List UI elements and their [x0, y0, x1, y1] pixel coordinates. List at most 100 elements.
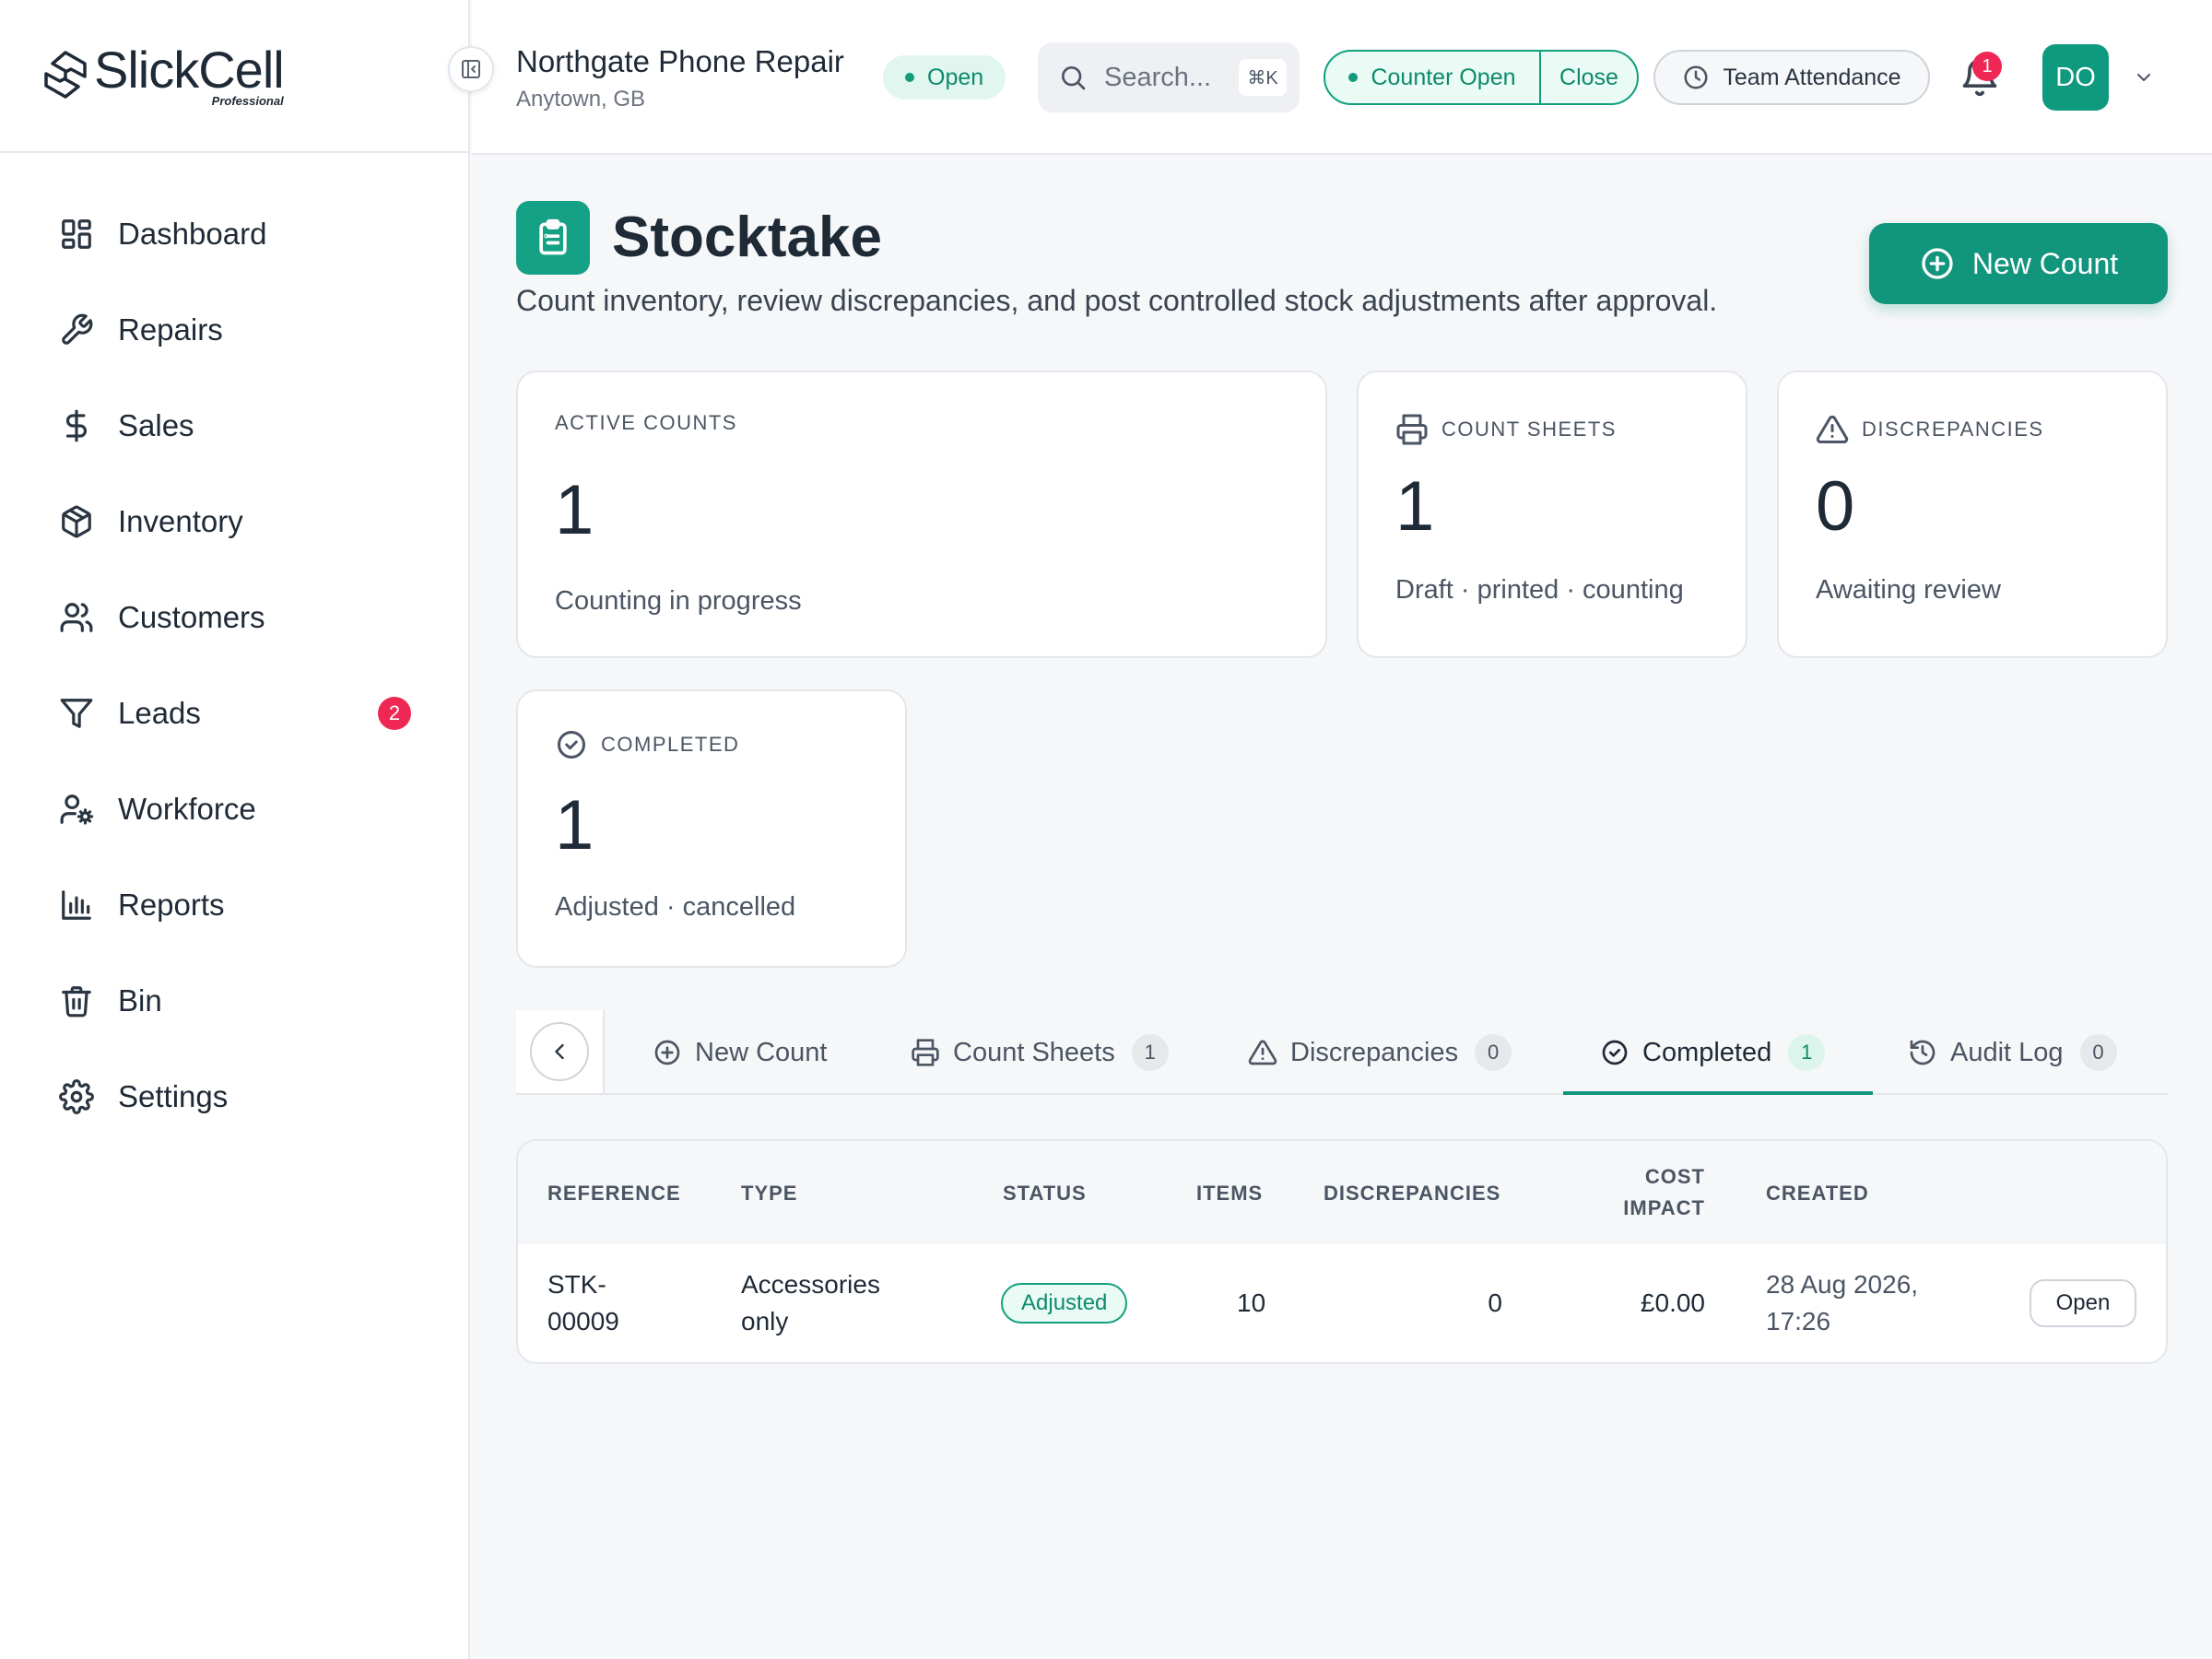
- stat-value: 1: [1395, 467, 1435, 546]
- tabs-scroll-back-button[interactable]: [530, 1022, 589, 1081]
- sidebar-nav: Dashboard Repairs Sales Inventory Custom…: [0, 153, 468, 1145]
- warning-triangle-icon: [1816, 415, 1849, 443]
- sidebar-item-label: Bin: [118, 983, 162, 1018]
- sidebar-item-label: Repairs: [118, 312, 223, 347]
- team-attendance-button[interactable]: Team Attendance: [1653, 50, 1930, 105]
- cell-type-line2: only: [741, 1307, 789, 1335]
- sidebar-item-sales[interactable]: Sales: [0, 378, 468, 474]
- tab-back-container: [516, 1010, 605, 1093]
- sidebar-item-inventory[interactable]: Inventory: [0, 474, 468, 570]
- sidebar-item-label: Leads: [118, 696, 201, 730]
- store-name: Northgate Phone Repair: [516, 44, 844, 78]
- tab-new-count[interactable]: New Count: [653, 1010, 827, 1095]
- sidebar-item-label: Dashboard: [118, 217, 267, 251]
- column-header-cost-impact-line1: COST: [1644, 1165, 1705, 1188]
- tab-completed[interactable]: Completed 1: [1600, 1010, 1826, 1095]
- tab-label: Completed: [1642, 1037, 1772, 1067]
- plus-circle-icon: [1922, 248, 1953, 279]
- column-header-created: CREATED: [1766, 1182, 1869, 1205]
- cell-reference-line2: 00009: [547, 1307, 619, 1335]
- new-count-button[interactable]: New Count: [1869, 223, 2168, 304]
- stat-value: 1: [555, 786, 594, 865]
- sidebar-item-label: Settings: [118, 1079, 229, 1113]
- sidebar-item-settings[interactable]: Settings: [0, 1049, 468, 1145]
- sidebar-item-repairs[interactable]: Repairs: [0, 282, 468, 378]
- column-header-reference: REFERENCE: [547, 1182, 681, 1205]
- sidebar-item-leads[interactable]: Leads 2: [0, 665, 468, 761]
- panel-collapse-icon: [462, 60, 480, 78]
- tab-count-badge: 1: [1788, 1034, 1826, 1071]
- team-attendance-label: Team Attendance: [1723, 64, 1901, 90]
- table-header: REFERENCE TYPE STATUS ITEMS DISCREPANCIE…: [518, 1141, 2166, 1244]
- clipboard-icon: [516, 201, 590, 275]
- chevron-left-icon: [555, 1043, 564, 1060]
- sidebar-item-label: Reports: [118, 888, 225, 922]
- active-tab-indicator: [1563, 1091, 1873, 1095]
- notification-count-badge: 1: [1972, 52, 2002, 81]
- stat-description: Adjusted · cancelled: [555, 892, 796, 922]
- check-circle-icon: [1602, 1040, 1628, 1065]
- wrench-icon: [62, 313, 93, 345]
- tab-count-badge: 1: [1131, 1034, 1169, 1071]
- cell-created-line1: 28 Aug 2026,: [1766, 1270, 1919, 1299]
- sidebar-item-label: Customers: [118, 600, 265, 634]
- sidebar: SlickCell Professional Dashboard Repairs…: [0, 0, 470, 1659]
- sidebar-collapse-button[interactable]: [448, 46, 494, 92]
- trash-icon: [62, 986, 91, 1018]
- page-title: Stocktake: [612, 206, 882, 269]
- box-icon: [62, 505, 91, 538]
- search-placeholder: Search...: [1104, 62, 1212, 92]
- tab-count-sheets[interactable]: Count Sheets 1: [911, 1010, 1169, 1095]
- sidebar-item-reports[interactable]: Reports: [0, 857, 468, 953]
- column-header-discrepancies: DISCREPANCIES: [1324, 1182, 1501, 1205]
- stat-label: DISCREPANCIES: [1862, 418, 2044, 441]
- tab-audit-log[interactable]: Audit Log 0: [1908, 1010, 2117, 1095]
- open-row-button[interactable]: Open: [2030, 1279, 2136, 1327]
- chevron-down-icon[interactable]: [2133, 66, 2155, 88]
- stat-card-discrepancies: DISCREPANCIES 0 Awaiting review: [1777, 371, 2168, 658]
- status-dot-icon: [1348, 73, 1359, 82]
- search-shortcut: ⌘K: [1239, 59, 1287, 96]
- sidebar-item-label: Sales: [118, 408, 194, 442]
- cell-items: 10: [1237, 1288, 1266, 1317]
- logo[interactable]: SlickCell Professional: [0, 0, 468, 153]
- history-icon: [1910, 1040, 1936, 1065]
- cell-discrepancies: 0: [1488, 1288, 1502, 1317]
- tab-label: Audit Log: [1950, 1037, 2064, 1067]
- topbar: Northgate Phone Repair Anytown, GB Open …: [448, 0, 2212, 155]
- sidebar-item-label: Inventory: [118, 504, 243, 538]
- sidebar-item-bin[interactable]: Bin: [0, 953, 468, 1049]
- sidebar-item-customers[interactable]: Customers: [0, 570, 468, 665]
- tab-count-badge: 0: [2079, 1034, 2117, 1071]
- stat-description: Counting in progress: [555, 586, 802, 616]
- search-input[interactable]: Search... ⌘K: [1038, 42, 1300, 112]
- cell-cost-impact: £0.00: [1640, 1288, 1705, 1317]
- printer-icon: [912, 1039, 939, 1066]
- gear-icon: [59, 1079, 94, 1114]
- sidebar-item-workforce[interactable]: Workforce: [0, 761, 468, 857]
- completed-counts-table: REFERENCE TYPE STATUS ITEMS DISCREPANCIE…: [516, 1139, 2168, 1364]
- avatar[interactable]: DO: [2042, 44, 2109, 111]
- stat-value: 0: [1816, 467, 1855, 546]
- column-header-cost-impact-line2: IMPACT: [1623, 1196, 1705, 1219]
- status-badge: Adjusted: [1001, 1283, 1128, 1324]
- counter-close-button[interactable]: Close: [1541, 52, 1637, 103]
- cell-created-line2: 17:26: [1766, 1307, 1831, 1335]
- tab-label: Discrepancies: [1290, 1037, 1459, 1067]
- column-header-status: STATUS: [1003, 1182, 1087, 1205]
- dollar-icon: [65, 409, 87, 442]
- tab-discrepancies[interactable]: Discrepancies 0: [1248, 1010, 1512, 1095]
- stat-description: Awaiting review: [1816, 575, 2001, 605]
- counter-status-label: Counter Open: [1371, 64, 1516, 90]
- page-subtitle: Count inventory, review discrepancies, a…: [516, 284, 1718, 317]
- dashboard-icon: [62, 219, 91, 249]
- stat-label: ACTIVE COUNTS: [555, 411, 737, 434]
- new-count-label: New Count: [1971, 246, 2119, 280]
- sidebar-item-dashboard[interactable]: Dashboard: [0, 186, 468, 282]
- counter-open-button[interactable]: Counter Open: [1325, 52, 1541, 103]
- printer-icon: [1396, 414, 1428, 445]
- stat-label: COUNT SHEETS: [1441, 418, 1617, 441]
- stat-label: COMPLETED: [601, 733, 740, 756]
- users-icon: [60, 603, 93, 632]
- brand-edition: Professional: [211, 93, 284, 108]
